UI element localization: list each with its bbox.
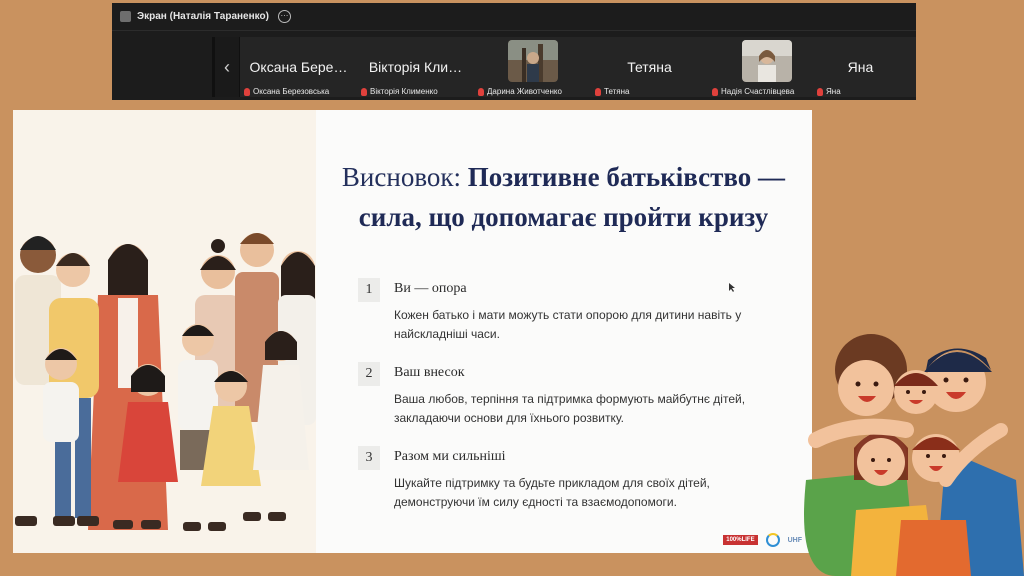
slide-title-bold-1: Позитивне батьківство — xyxy=(467,162,786,192)
screen-share-icon xyxy=(120,11,131,22)
100-life-logo: 100%LIFE xyxy=(723,535,758,545)
chevron-left-icon: ‹ xyxy=(224,56,230,77)
participant-label: Вікторія Клименко xyxy=(370,87,438,96)
mouse-cursor-icon xyxy=(729,283,735,292)
slide-title-prefix: Висновок: xyxy=(341,162,468,192)
muted-mic-icon xyxy=(361,87,367,96)
muted-mic-icon xyxy=(817,87,823,96)
participant-label: Яна xyxy=(826,87,841,96)
participant-video xyxy=(507,40,558,82)
participant-tile[interactable]: Дарина Животченко xyxy=(474,37,591,97)
participant-tile[interactable]: Вікторія Кли… Вікторія Клименко xyxy=(357,37,474,97)
participant-video xyxy=(741,40,792,82)
family-illustration xyxy=(13,110,316,553)
muted-mic-icon xyxy=(712,87,718,96)
item-title: Ваш внесок xyxy=(394,365,465,380)
participant-name: Яна xyxy=(847,59,874,75)
item-number: 3 xyxy=(358,446,380,470)
previous-page-button[interactable]: ‹ xyxy=(215,37,239,97)
participant-label: Дарина Животченко xyxy=(487,87,562,96)
hugging-family-sticker xyxy=(796,330,1024,576)
item-title: Ви — опора xyxy=(394,281,467,296)
item-number: 1 xyxy=(358,278,380,302)
sponsor-logos: 100%LIFE UHF xyxy=(723,533,802,547)
slide-title-bold-2: сила, що допомагає пройти кризу xyxy=(358,202,769,232)
item-description: Кожен батько і мати можуть стати опорою … xyxy=(394,308,742,341)
participant-name: Вікторія Кли… xyxy=(368,59,463,75)
participant-label: Оксана Березовська xyxy=(253,87,330,96)
participant-tile[interactable]: Оксана Бере… Оксана Березовська xyxy=(240,37,357,97)
more-options-button[interactable]: ··· xyxy=(277,10,291,23)
screen-share-title-row: Экран (Наталія Тараненко) ··· xyxy=(112,3,916,31)
ukraine-emblem-icon xyxy=(765,533,780,547)
item-number: 2 xyxy=(358,362,380,386)
participant-name: Тетяна xyxy=(627,59,672,75)
item-description: Ваша любов, терпіння та підтримка формую… xyxy=(394,392,746,425)
participant-tile[interactable]: Тетяна Тетяна xyxy=(591,37,708,97)
slide-title: Висновок: Позитивне батьківство — сила, … xyxy=(331,157,796,237)
participant-name: Оксана Бере… xyxy=(249,59,348,75)
shared-slide: Висновок: Позитивне батьківство — сила, … xyxy=(13,110,812,553)
participant-tile[interactable]: Яна Яна xyxy=(805,37,916,97)
item-title: Разом ми сильніші xyxy=(394,449,506,464)
screen-share-title: Экран (Наталія Тараненко) xyxy=(137,11,269,22)
muted-mic-icon xyxy=(478,87,484,96)
participant-label: Надія Счастлівцева xyxy=(721,87,795,96)
item-description: Шукайте підтримку та будьте прикладом дл… xyxy=(394,476,710,509)
participant-label: Тетяна xyxy=(604,87,630,96)
muted-mic-icon xyxy=(244,87,250,96)
muted-mic-icon xyxy=(595,87,601,96)
